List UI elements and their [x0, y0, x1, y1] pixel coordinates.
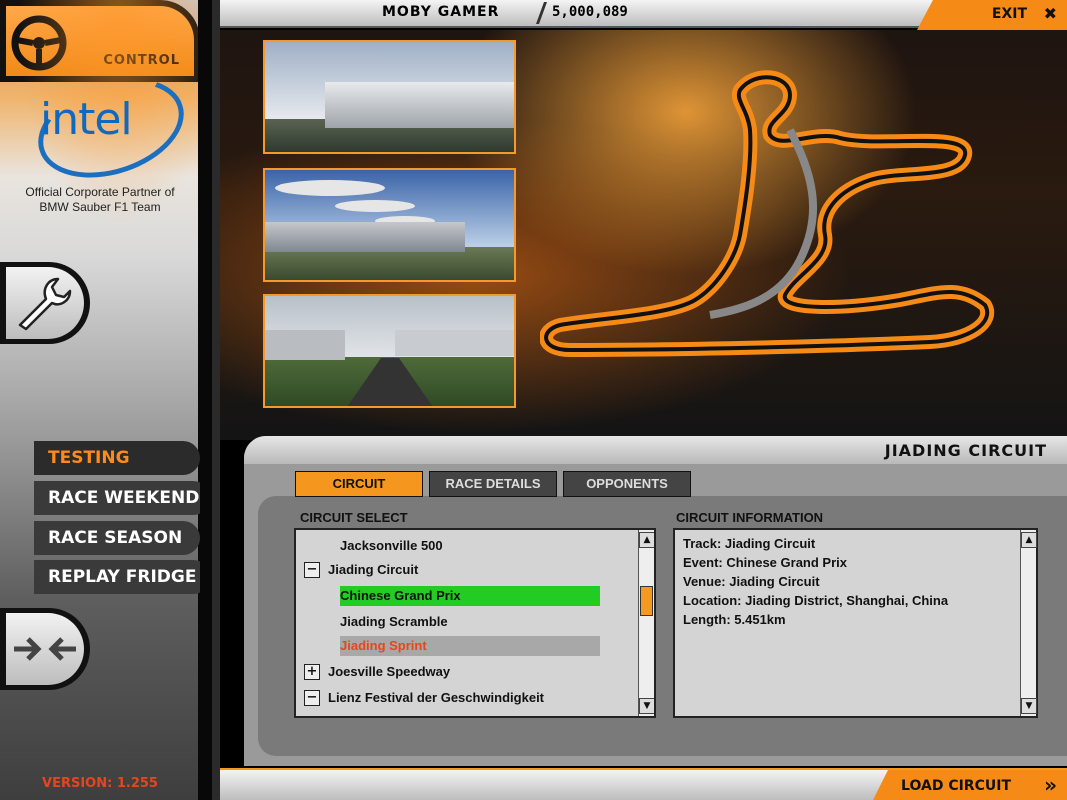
collapse-icon[interactable]: − [304, 690, 320, 706]
menu-item-testing[interactable]: TESTING [34, 441, 200, 475]
list-item-lienz-festival[interactable]: Lienz Festival der Geschwindigkeit [328, 688, 628, 708]
collapse-icon[interactable]: − [304, 562, 320, 578]
circuit-select-list[interactable]: Jacksonville 500 − Jiading Circuit Chine… [294, 528, 656, 718]
list-item-label: Chinese Grand Prix [340, 588, 461, 603]
collapse-arrows-icon [14, 637, 76, 661]
gamer-separator [535, 2, 548, 24]
list-item-jiading-scramble[interactable]: Jiading Scramble [340, 612, 600, 632]
gamer-score: 5,000,089 [552, 4, 628, 20]
circuit-info-label: CIRCUIT INFORMATION [676, 510, 824, 525]
exit-label: EXIT [991, 6, 1027, 22]
circuit-info-box: Track: Jiading Circuit Event: Chinese Gr… [673, 528, 1038, 718]
circuit-preview-2 [263, 168, 516, 282]
version-label: VERSION: 1.255 [42, 776, 158, 791]
double-chevron-right-icon: » [1044, 773, 1057, 797]
list-item-joesville-speedway[interactable]: Joesville Speedway [328, 662, 598, 682]
scroll-up-icon[interactable]: ▲ [1021, 532, 1037, 548]
list-item-jiading-circuit[interactable]: Jiading Circuit [328, 560, 598, 580]
back-button-face[interactable] [6, 613, 84, 685]
scroll-up-icon[interactable]: ▲ [639, 532, 654, 548]
partner-line-2: BMW Sauber F1 Team [39, 200, 161, 214]
partner-text: Official Corporate Partner of BMW Sauber… [0, 185, 200, 215]
top-bar: MOBY GAMER 5,000,089 EXIT ✖ [220, 0, 1067, 30]
control-button[interactable]: CONTROL [0, 0, 200, 82]
list-item-label: Jiading Circuit [328, 562, 419, 577]
menu-item-race-season[interactable]: RACE SEASON [34, 521, 200, 555]
menu-item-race-weekend[interactable]: RACE WEEKEND [34, 481, 200, 515]
steering-wheel-icon [11, 15, 67, 71]
info-venue: Venue: Jiading Circuit [683, 574, 820, 589]
circuit-select-label: CIRCUIT SELECT [300, 510, 408, 525]
list-scroll-thumb[interactable] [640, 586, 653, 616]
gamer-name: MOBY GAMER [382, 4, 500, 20]
control-button-face[interactable]: CONTROL [6, 6, 194, 76]
preview-stands [265, 222, 465, 252]
load-circuit-label: LOAD CIRCUIT [901, 778, 1011, 794]
info-scrollbar[interactable]: ▲ ▼ [1020, 530, 1037, 716]
panel-title-bar: JIADING CIRCUIT [244, 436, 1067, 464]
gamer-info: MOBY GAMER 5,000,089 [360, 2, 760, 24]
list-scrollbar[interactable]: ▲ ▼ [638, 530, 654, 716]
sidebar-divider [198, 0, 212, 800]
list-item-label: Jiading Sprint [340, 638, 427, 653]
circuit-preview-3 [263, 294, 516, 408]
info-track: Track: Jiading Circuit [683, 536, 816, 551]
menu-item-replay-fridge[interactable]: REPLAY FRIDGE [34, 560, 200, 594]
back-button[interactable] [0, 608, 90, 690]
scroll-down-icon[interactable]: ▼ [639, 698, 654, 714]
list-item-jacksonville[interactable]: Jacksonville 500 [340, 536, 600, 556]
intel-logo-word: intel [40, 94, 133, 145]
expand-icon[interactable]: + [304, 664, 320, 680]
scroll-down-icon[interactable]: ▼ [1021, 698, 1037, 714]
track-inner-line [544, 75, 989, 353]
preview-canopy [275, 180, 385, 196]
close-icon: ✖ [1043, 4, 1057, 23]
wrench-icon [18, 277, 72, 331]
info-length: Length: 5.451km [683, 612, 786, 627]
tab-circuit[interactable]: CIRCUIT [295, 471, 423, 497]
bottom-bar: LOAD CIRCUIT » [220, 768, 1067, 800]
tab-opponents[interactable]: OPPONENTS [563, 471, 691, 497]
preview-canopy [335, 200, 415, 212]
list-item-label: Jacksonville 500 [340, 538, 443, 553]
control-label: CONTROL [103, 53, 180, 68]
list-item-label: Joesville Speedway [328, 664, 451, 679]
sidebar: intel Official Corporate Partner of BMW … [0, 0, 200, 800]
list-item-chinese-grand-prix[interactable]: Chinese Grand Prix [340, 586, 600, 606]
circuit-preview-1 [263, 40, 516, 154]
panel-title: JIADING CIRCUIT [884, 441, 1047, 460]
list-item-jiading-sprint[interactable]: Jiading Sprint [340, 636, 600, 656]
tab-race-details[interactable]: RACE DETAILS [429, 471, 557, 497]
exit-button[interactable]: EXIT ✖ [917, 0, 1067, 30]
list-item-label: Lienz Festival der Geschwindigkeit [328, 690, 545, 705]
info-event: Event: Chinese Grand Prix [683, 555, 847, 570]
partner-line-1: Official Corporate Partner of [25, 185, 175, 199]
track-outline [540, 70, 994, 357]
load-circuit-button[interactable]: LOAD CIRCUIT » [872, 770, 1067, 800]
intel-logo: intel [25, 61, 197, 195]
track-map [540, 70, 994, 357]
info-location: Location: Jiading District, Shanghai, Ch… [683, 593, 949, 608]
preview-stands [265, 330, 345, 360]
sidebar-divider-inner [212, 0, 220, 800]
tools-button-face[interactable] [6, 267, 84, 339]
preview-stands [395, 330, 514, 356]
tools-button[interactable] [0, 262, 90, 344]
list-item-label: Jiading Scramble [340, 614, 448, 629]
preview-grandstand [325, 82, 514, 128]
